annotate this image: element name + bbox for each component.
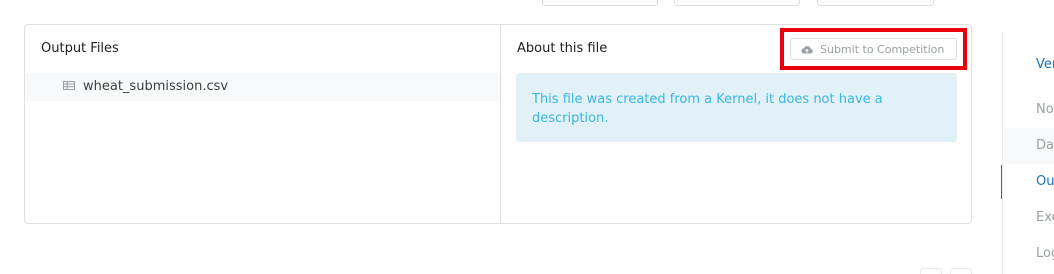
toolbar-button-3[interactable] — [817, 0, 934, 6]
sidebar-item-execution-info[interactable]: Execution Info — [1036, 210, 1054, 225]
file-description: This file was created from a Kernel, it … — [516, 73, 957, 142]
cloud-upload-icon — [801, 45, 813, 54]
table-icon — [63, 81, 75, 90]
pager-button-next[interactable] — [950, 268, 972, 274]
about-file-title: About this file — [517, 41, 608, 56]
sidebar-item-log[interactable]: Log — [1036, 246, 1054, 261]
file-name: wheat_submission.csv — [83, 79, 229, 94]
file-list-item[interactable]: wheat_submission.csv — [25, 73, 500, 101]
toolbar-button-2[interactable] — [674, 0, 800, 6]
page: Output Files wheat_submission.csv About … — [0, 0, 1054, 274]
sidebar-item-notebook[interactable]: Notebook — [1036, 102, 1054, 117]
sidebar-nav: Version Notebook Data Output Execution I… — [1002, 32, 1054, 274]
pager-button-prev[interactable] — [920, 268, 942, 274]
submit-label: Submit to Competition — [820, 42, 945, 56]
submit-to-competition-button[interactable]: Submit to Competition — [790, 38, 957, 60]
sidebar-item-version[interactable]: Version — [1036, 57, 1054, 72]
sidebar-item-output[interactable]: Output — [1036, 174, 1054, 189]
output-files-pane: Output Files wheat_submission.csv — [25, 25, 500, 223]
output-files-title: Output Files — [41, 41, 119, 56]
toolbar-button-1[interactable] — [542, 0, 658, 6]
sidebar-item-data[interactable]: Data — [1036, 138, 1054, 153]
